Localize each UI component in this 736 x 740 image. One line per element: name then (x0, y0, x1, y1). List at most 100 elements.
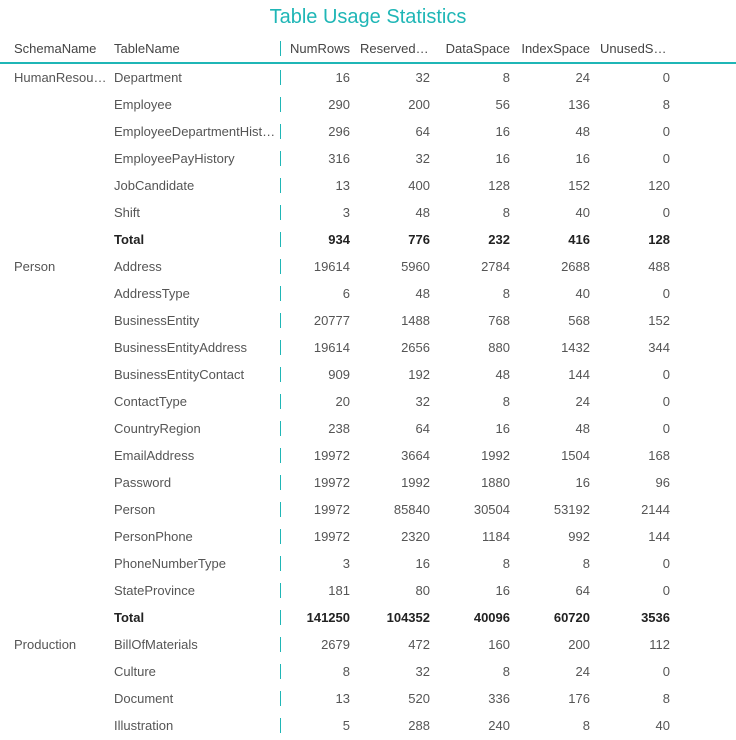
cell-data: 8 (440, 286, 520, 301)
total-row[interactable]: Total14125010435240096607203536 (0, 604, 736, 631)
cell-unused: 112 (600, 637, 680, 652)
cell-table: EmailAddress (110, 448, 280, 463)
cell-unused: 3536 (600, 610, 680, 625)
cell-numrows: 13 (280, 178, 360, 193)
table-row[interactable]: Employee290200561368 (0, 91, 736, 118)
cell-table: StateProvince (110, 583, 280, 598)
table-row[interactable]: AddressType6488400 (0, 280, 736, 307)
cell-numrows: 6 (280, 286, 360, 301)
table-row[interactable]: CountryRegion2386416480 (0, 415, 736, 442)
cell-numrows: 19972 (280, 475, 360, 490)
cell-schema: HumanResources (0, 70, 110, 85)
cell-table: Person (110, 502, 280, 517)
cell-data: 768 (440, 313, 520, 328)
cell-index: 8 (520, 718, 600, 733)
cell-index: 16 (520, 151, 600, 166)
cell-table: Illustration (110, 718, 280, 733)
cell-reserved: 776 (360, 232, 440, 247)
cell-table: EmployeePayHistory (110, 151, 280, 166)
col-header-schema[interactable]: SchemaName (0, 41, 110, 56)
cell-index: 416 (520, 232, 600, 247)
col-header-numrows[interactable]: NumRows (280, 41, 360, 56)
table-row[interactable]: Culture8328240 (0, 658, 736, 685)
cell-reserved: 400 (360, 178, 440, 193)
table-row[interactable]: BusinessEntityAddress1961426568801432344 (0, 334, 736, 361)
cell-unused: 2144 (600, 502, 680, 517)
cell-index: 40 (520, 286, 600, 301)
cell-numrows: 3 (280, 205, 360, 220)
cell-reserved: 520 (360, 691, 440, 706)
table-row[interactable]: Password19972199218801696 (0, 469, 736, 496)
cell-reserved: 48 (360, 286, 440, 301)
table-row[interactable]: HumanResourcesDepartment16328240 (0, 64, 736, 91)
table-row[interactable]: ProductionBillOfMaterials267947216020011… (0, 631, 736, 658)
cell-table: BillOfMaterials (110, 637, 280, 652)
cell-schema: Person (0, 259, 110, 274)
cell-table: PersonPhone (110, 529, 280, 544)
cell-index: 176 (520, 691, 600, 706)
cell-index: 24 (520, 664, 600, 679)
cell-numrows: 19972 (280, 529, 360, 544)
cell-unused: 40 (600, 718, 680, 733)
cell-unused: 0 (600, 583, 680, 598)
cell-table: Department (110, 70, 280, 85)
cell-reserved: 32 (360, 151, 440, 166)
table-body[interactable]: HumanResourcesDepartment16328240Employee… (0, 64, 736, 734)
table-row[interactable]: JobCandidate13400128152120 (0, 172, 736, 199)
cell-unused: 152 (600, 313, 680, 328)
cell-index: 144 (520, 367, 600, 382)
table-row[interactable]: StateProvince1818016640 (0, 577, 736, 604)
table-row[interactable]: PersonPhone1997223201184992144 (0, 523, 736, 550)
cell-data: 160 (440, 637, 520, 652)
table-header: SchemaName TableName NumRows ReservedSpa… (0, 37, 736, 64)
cell-reserved: 5960 (360, 259, 440, 274)
cell-numrows: 316 (280, 151, 360, 166)
col-header-index[interactable]: IndexSpace (520, 41, 600, 56)
table-row[interactable]: BusinessEntity207771488768568152 (0, 307, 736, 334)
cell-index: 48 (520, 124, 600, 139)
cell-reserved: 16 (360, 556, 440, 571)
table-row[interactable]: EmailAddress19972366419921504168 (0, 442, 736, 469)
cell-data: 8 (440, 556, 520, 571)
cell-reserved: 104352 (360, 610, 440, 625)
cell-data: 8 (440, 664, 520, 679)
cell-table: ContactType (110, 394, 280, 409)
cell-numrows: 296 (280, 124, 360, 139)
table-row[interactable]: Shift3488400 (0, 199, 736, 226)
table-row[interactable]: Illustration5288240840 (0, 712, 736, 734)
table-row[interactable]: PhoneNumberType316880 (0, 550, 736, 577)
table-row[interactable]: ContactType20328240 (0, 388, 736, 415)
cell-unused: 168 (600, 448, 680, 463)
table-row[interactable]: PersonAddress19614596027842688488 (0, 253, 736, 280)
table-row[interactable]: EmployeePayHistory3163216160 (0, 145, 736, 172)
table-row[interactable]: EmployeeDepartmentHistory2966416480 (0, 118, 736, 145)
cell-index: 568 (520, 313, 600, 328)
cell-numrows: 19614 (280, 259, 360, 274)
cell-unused: 0 (600, 394, 680, 409)
table-row[interactable]: Document135203361768 (0, 685, 736, 712)
cell-numrows: 13 (280, 691, 360, 706)
cell-numrows: 3 (280, 556, 360, 571)
cell-index: 1432 (520, 340, 600, 355)
cell-total-label: Total (110, 232, 280, 247)
cell-unused: 0 (600, 124, 680, 139)
cell-index: 152 (520, 178, 600, 193)
total-row[interactable]: Total934776232416128 (0, 226, 736, 253)
table-row[interactable]: BusinessEntityContact909192481440 (0, 361, 736, 388)
cell-data: 2784 (440, 259, 520, 274)
col-header-unused[interactable]: UnusedSpace (600, 41, 680, 56)
cell-data: 128 (440, 178, 520, 193)
cell-unused: 0 (600, 70, 680, 85)
cell-table: BusinessEntityContact (110, 367, 280, 382)
col-header-data[interactable]: DataSpace (440, 41, 520, 56)
cell-table: Culture (110, 664, 280, 679)
cell-table: PhoneNumberType (110, 556, 280, 571)
cell-data: 8 (440, 70, 520, 85)
cell-numrows: 238 (280, 421, 360, 436)
table-row[interactable]: Person199728584030504531922144 (0, 496, 736, 523)
col-header-reserved[interactable]: ReservedSpace (360, 41, 440, 56)
cell-data: 56 (440, 97, 520, 112)
col-header-table[interactable]: TableName (110, 41, 280, 56)
cell-index: 992 (520, 529, 600, 544)
cell-schema: Production (0, 637, 110, 652)
